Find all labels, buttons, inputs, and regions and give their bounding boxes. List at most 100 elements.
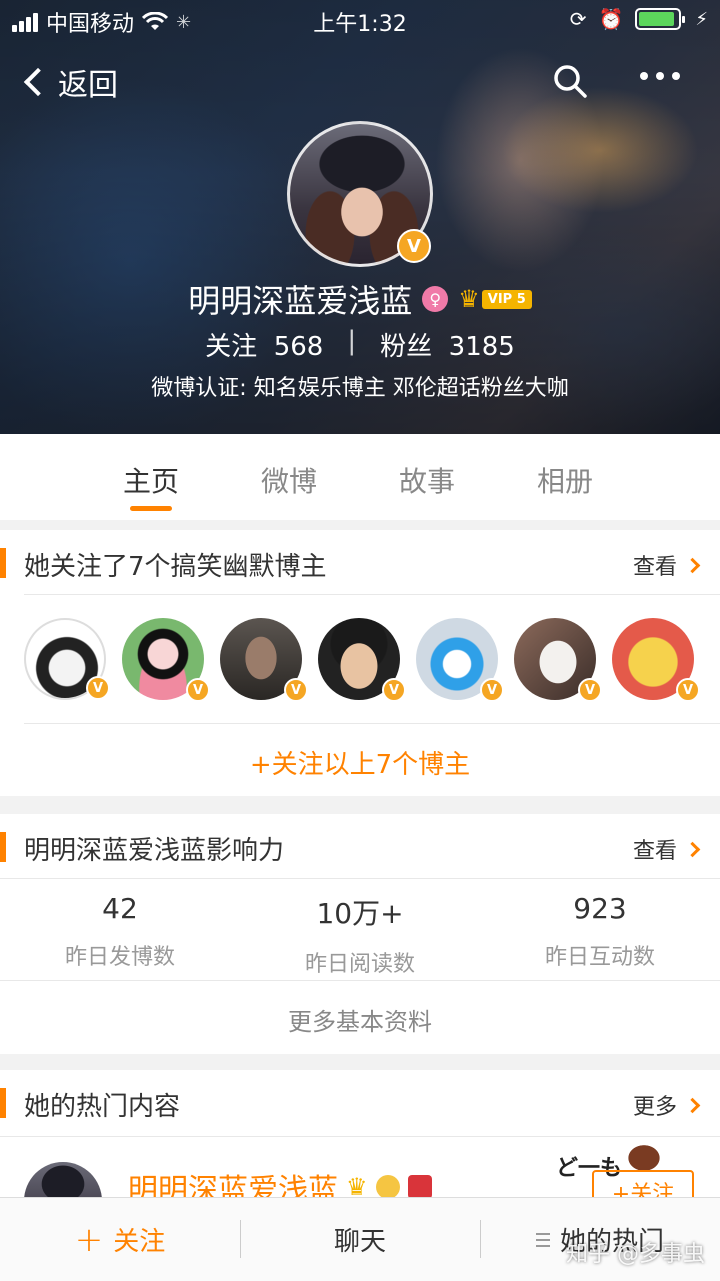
- divider: |: [347, 326, 357, 356]
- followed-avatar[interactable]: V: [24, 618, 110, 700]
- chat-button[interactable]: 聊天: [240, 1198, 480, 1281]
- verified-icon: V: [284, 678, 308, 702]
- more-label: 更多: [632, 1095, 677, 1120]
- followed-avatars: V V V V V V V: [24, 618, 700, 702]
- stat-label: 昨日互动数: [544, 945, 655, 970]
- chevron-right-icon: [684, 557, 701, 573]
- crown-icon: ♛: [458, 285, 480, 313]
- followers-stat[interactable]: 粉丝 3185: [380, 326, 515, 363]
- verified-icon: V: [186, 678, 210, 702]
- watermark: 知乎 @多事虫: [566, 1242, 705, 1267]
- status-right: ⟳ ⏰ ⚡: [570, 7, 708, 31]
- tab-label: 故事: [398, 465, 455, 498]
- list-icon: [535, 1232, 550, 1247]
- verified-icon: V: [86, 676, 110, 700]
- divider: [24, 594, 720, 595]
- follow-button[interactable]: + 关注: [0, 1198, 240, 1281]
- card-title: 她关注了7个搞笑幽默博主: [24, 552, 327, 582]
- profile-name: 明明深蓝爱浅蓝: [188, 282, 413, 320]
- follow-all-button[interactable]: +关注以上7个博主: [0, 744, 720, 781]
- status-bar: 中国移动 ✳ 上午1:32 ⟳ ⏰ ⚡: [0, 0, 720, 40]
- search-icon[interactable]: [553, 64, 587, 98]
- nav-bar: 返回: [0, 52, 720, 112]
- card-header: 明明深蓝爱浅蓝影响力 查看: [0, 814, 720, 878]
- followers-count: 3185: [448, 332, 515, 362]
- view-more-button[interactable]: 查看: [632, 549, 701, 581]
- more-info-button[interactable]: 更多基本资料: [0, 1002, 720, 1037]
- followed-avatar[interactable]: V: [612, 618, 700, 702]
- following-count: 568: [273, 332, 324, 362]
- verified-icon: V: [578, 678, 602, 702]
- verified-icon: V: [676, 678, 700, 702]
- chevron-left-icon: [23, 67, 53, 97]
- tab-story[interactable]: 故事: [358, 434, 496, 520]
- chat-label: 聊天: [333, 1227, 386, 1257]
- stat-value: 10万+: [316, 897, 404, 930]
- card-header: 她的热门内容 更多: [0, 1070, 720, 1134]
- stat-label: 昨日阅读数: [304, 952, 415, 977]
- name-row: 明明深蓝爱浅蓝 ♀ ♛ VIP 5: [0, 276, 720, 322]
- tab-active-indicator: [130, 506, 172, 511]
- follow-label: 关注: [113, 1227, 166, 1257]
- stat-value: 42: [102, 892, 138, 925]
- divider: [0, 1136, 720, 1137]
- accent-bar: [0, 1088, 6, 1118]
- tab-weibo[interactable]: 微博: [220, 434, 358, 520]
- tab-label: 主页: [122, 465, 179, 498]
- vip-level: VIP 5: [481, 289, 532, 309]
- followed-avatar[interactable]: V: [220, 618, 308, 702]
- stat-posts: 42 昨日发博数: [0, 882, 240, 978]
- chevron-right-icon: [684, 1097, 701, 1113]
- tab-label: 微博: [260, 465, 317, 498]
- stat-reads: 10万+ 昨日阅读数: [240, 882, 480, 978]
- follow-stats: 关注 568 | 粉丝 3185: [0, 326, 720, 363]
- battery-icon: [635, 8, 686, 30]
- tab-home[interactable]: 主页: [82, 434, 220, 520]
- following-card: 她关注了7个搞笑幽默博主 查看 V V V V V V V +关注以上7个博主: [0, 530, 720, 796]
- stat-interactions: 923 昨日互动数: [480, 882, 720, 978]
- back-label: 返回: [58, 68, 118, 103]
- followed-avatar[interactable]: V: [318, 618, 406, 702]
- followers-label: 粉丝: [380, 332, 433, 362]
- stat-label: 昨日发博数: [64, 945, 175, 970]
- back-button[interactable]: 返回: [20, 60, 118, 104]
- stat-value: 923: [573, 892, 627, 925]
- medal-icon: [375, 1175, 400, 1199]
- more-icon[interactable]: [640, 72, 680, 80]
- plus-icon: +: [74, 1219, 104, 1260]
- divider: [0, 980, 720, 981]
- tab-album[interactable]: 相册: [496, 434, 634, 520]
- view-more-label: 查看: [632, 839, 677, 864]
- influence-card: 明明深蓝爱浅蓝影响力 查看 42 昨日发博数 10万+ 昨日阅读数 923 昨日…: [0, 814, 720, 1054]
- following-label: 关注: [205, 332, 258, 362]
- tab-label: 相册: [536, 465, 593, 498]
- chevron-right-icon: [684, 841, 701, 857]
- verification-text: 微博认证: 知名娱乐博主 邓伦超话粉丝大咖: [151, 376, 569, 401]
- event-icon: [407, 1175, 432, 1199]
- verified-icon: V: [397, 229, 431, 263]
- verified-icon: V: [480, 678, 504, 702]
- card-header: 她关注了7个搞笑幽默博主 查看: [0, 530, 720, 594]
- alarm-icon: ⏰: [598, 7, 624, 31]
- followed-avatar[interactable]: V: [416, 618, 504, 702]
- profile-tabs: 主页 微博 故事 相册: [0, 434, 720, 520]
- view-more-button[interactable]: 查看: [632, 833, 701, 865]
- profile-avatar[interactable]: V: [287, 121, 433, 267]
- more-button[interactable]: 更多: [632, 1089, 701, 1121]
- following-stat[interactable]: 关注 568: [205, 326, 323, 363]
- followed-avatar[interactable]: V: [122, 618, 210, 702]
- divider: [24, 723, 720, 724]
- verified-icon: V: [382, 678, 406, 702]
- card-title: 明明深蓝爱浅蓝影响力: [24, 836, 285, 866]
- profile-cover: 中国移动 ✳ 上午1:32 ⟳ ⏰ ⚡ 返回 V 明明深蓝爱浅蓝 ♀ ♛ VIP…: [0, 0, 720, 434]
- view-more-label: 查看: [632, 555, 677, 580]
- accent-bar: [0, 548, 6, 578]
- card-title: 她的热门内容: [24, 1092, 181, 1122]
- influence-stats: 42 昨日发博数 10万+ 昨日阅读数 923 昨日互动数: [0, 882, 720, 978]
- followed-avatar[interactable]: V: [514, 618, 602, 702]
- female-icon: ♀: [422, 286, 449, 312]
- battery-level: [639, 12, 674, 26]
- accent-bar: [0, 832, 6, 862]
- divider: [0, 878, 720, 879]
- vip-badge[interactable]: ♛ VIP 5: [458, 285, 532, 313]
